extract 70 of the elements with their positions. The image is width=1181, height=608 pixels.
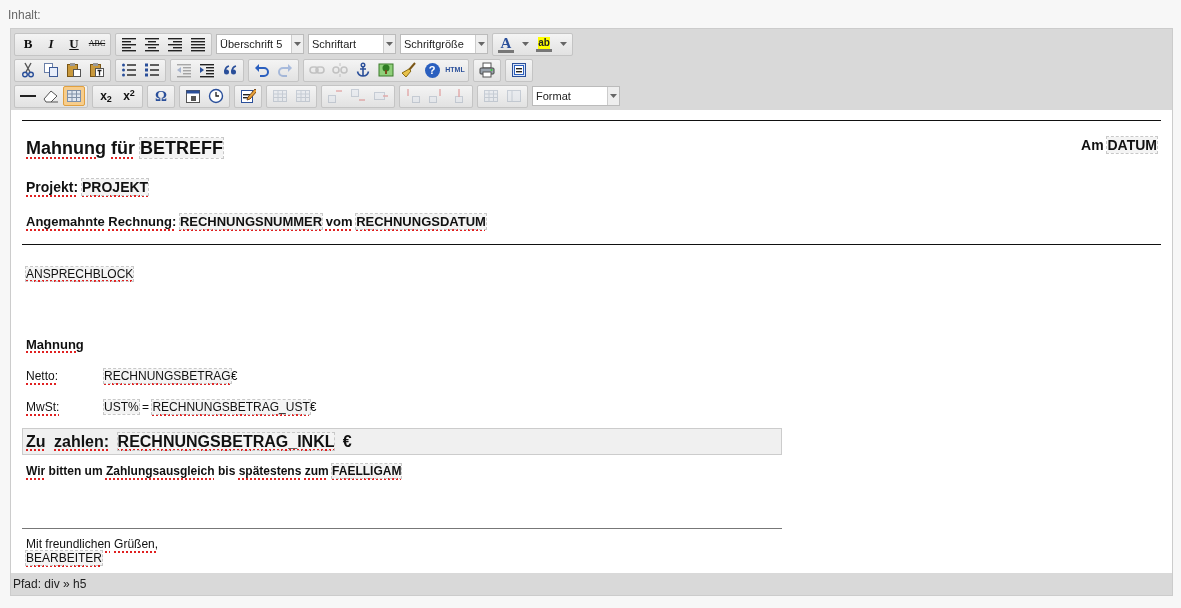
copy-icon (43, 62, 59, 78)
justify-icon (190, 36, 206, 52)
bold-button[interactable]: B (17, 34, 39, 54)
outdent-icon (176, 62, 192, 78)
table-cell-icon (295, 88, 311, 104)
special-character-button[interactable]: Ω (150, 86, 172, 106)
field-value: RECHNUNGSBETRAG€ (104, 368, 238, 385)
caret-icon (478, 42, 485, 46)
field-label: MwSt: (26, 399, 61, 416)
text-color-button[interactable]: A (495, 34, 532, 54)
caret-icon (610, 94, 617, 98)
caret-icon (522, 42, 529, 46)
caret-icon (560, 42, 567, 46)
superscript-button[interactable]: x$^{2}$ (118, 86, 140, 106)
total-amount: Zu zahlen: RECHNUNGSBETRAG_INKL € (26, 431, 352, 452)
date-line: Am DATUM (1081, 136, 1157, 155)
broken-chain-icon (332, 62, 348, 78)
align-center-icon (144, 36, 160, 52)
clipboard-icon (66, 62, 82, 78)
redo-icon (277, 62, 293, 78)
dropdown[interactable]: Überschrift 5 (216, 34, 304, 54)
edit-document-icon (240, 88, 256, 104)
insert-column-icon (428, 88, 444, 104)
strikethrough-button[interactable]: ABC (86, 34, 108, 54)
clock-icon (208, 88, 224, 104)
project-heading: Projekt: PROJEKT (25, 178, 150, 197)
clipboard-icon (89, 62, 105, 78)
insert-row-icon (350, 88, 366, 104)
dropdown[interactable]: Format (532, 86, 620, 106)
brush-icon (401, 62, 417, 78)
field-value: UST% = RECHNUNGSBETRAG_UST€ (104, 399, 317, 416)
image-icon (378, 62, 394, 78)
insert-row-icon (327, 88, 343, 104)
dropdown[interactable]: Schriftgröße (400, 34, 488, 54)
calendar-icon (185, 88, 201, 104)
undo-icon (254, 62, 270, 78)
printer-icon (479, 62, 495, 78)
numbered-list-icon (144, 62, 160, 78)
caret-icon (386, 42, 393, 46)
italic-button[interactable]: I (40, 34, 62, 54)
caret-icon (294, 42, 301, 46)
highlight-color-button[interactable]: ab (533, 34, 570, 54)
invoice-reference: Angemahnte Rechnung: RECHNUNGSNUMMER vom RECHNUNGSDATUM (25, 213, 487, 231)
table-button[interactable] (63, 86, 85, 106)
table-icon (66, 88, 82, 104)
section-heading: Mahnung (25, 335, 85, 354)
field-label: Netto: (26, 368, 59, 385)
align-left-icon (121, 36, 137, 52)
closing-text: Mit freundlichen Grüßen, (25, 537, 160, 551)
insert-column-icon (405, 88, 421, 104)
signer-name: BEARBEITER (25, 551, 104, 565)
bullet-list-icon (121, 62, 137, 78)
split-cells-icon (483, 88, 499, 104)
eraser-icon (43, 88, 59, 104)
status-path: Pfad: div » h5 (11, 573, 1172, 595)
indent-icon (199, 62, 215, 78)
scissors-icon (20, 62, 36, 78)
window-icon (511, 62, 527, 78)
merge-cells-icon (506, 88, 522, 104)
underline-button[interactable]: U (63, 34, 85, 54)
field-label: Inhalt: (8, 7, 41, 23)
anchor-icon (355, 62, 371, 78)
document-title: Mahnung für BETREFF (26, 137, 223, 160)
subscript-button[interactable]: x$_{2}$ (95, 86, 117, 106)
align-right-icon (167, 36, 183, 52)
table-row-icon (272, 88, 288, 104)
horizontal-line-icon (20, 95, 36, 97)
payment-note: Wir bitten um Zahlungsausgleich bis spätestens zum FAELLIGAM (25, 463, 403, 480)
dropdown[interactable]: Schriftart (308, 34, 396, 54)
image-button[interactable] (375, 60, 397, 80)
